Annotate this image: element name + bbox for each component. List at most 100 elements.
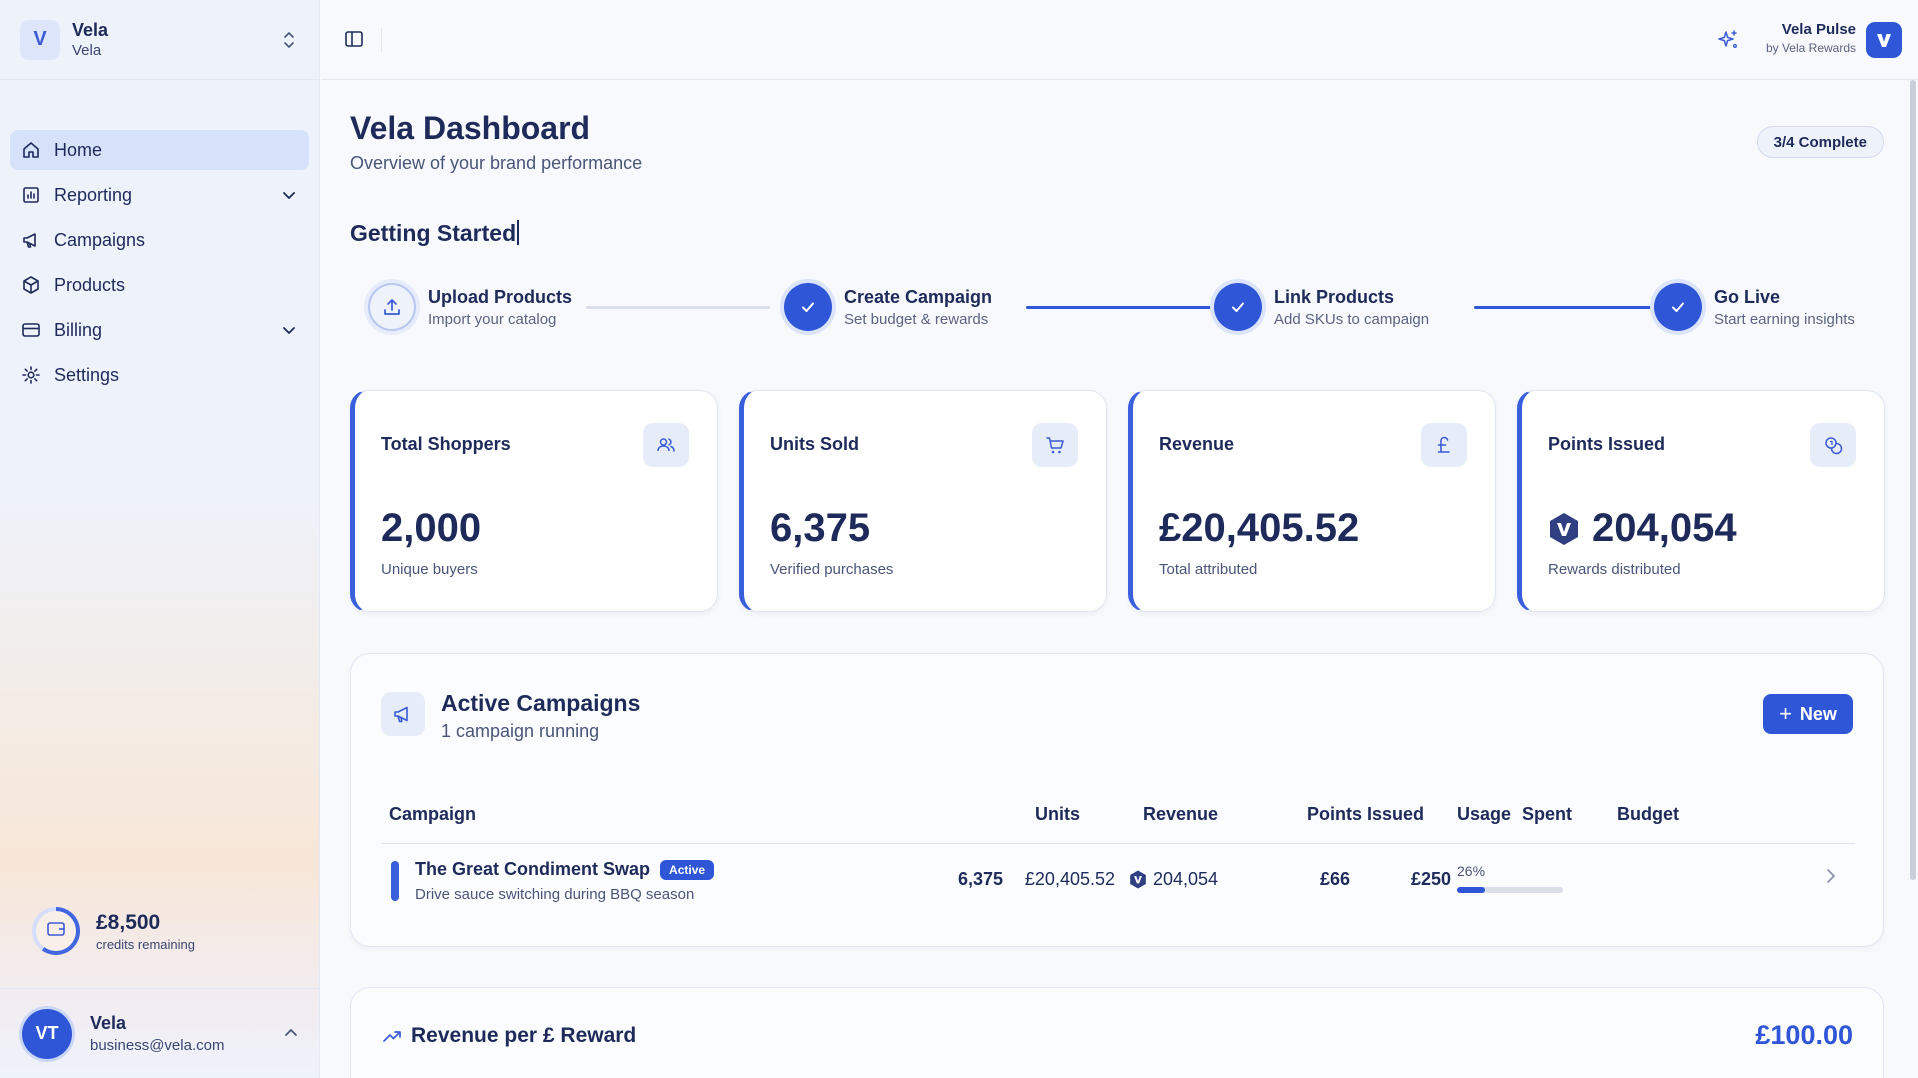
column-header-usage: Usage: [1457, 804, 1512, 824]
megaphone-icon: [20, 229, 42, 251]
step-connector: [1474, 306, 1664, 309]
trending-up-icon: [381, 1026, 405, 1050]
step-description: Set budget & rewards: [844, 310, 989, 328]
credits-widget: £8,500 credits remaining: [32, 907, 195, 955]
sparkles-icon[interactable]: [1716, 28, 1740, 52]
new-button-label: New: [1799, 703, 1837, 724]
table-row[interactable]: The Great Condiment Swap Active Drive sa…: [381, 845, 1855, 915]
chevrons-up-down-icon[interactable]: [279, 28, 299, 52]
cart-icon: [1032, 423, 1078, 467]
page-title: Vela Dashboard: [350, 110, 591, 146]
step-title: Link Products: [1274, 286, 1395, 307]
sidebar-item-products[interactable]: Products: [10, 265, 309, 305]
sidebar-item-label: Billing: [54, 319, 103, 340]
column-header: Spent: [1522, 804, 1573, 824]
wallet-icon: [46, 920, 66, 943]
credits-progress-ring: [32, 907, 80, 955]
vela-points-icon: [1130, 870, 1146, 889]
stat-value: 6,375: [770, 506, 871, 550]
stat-value-text: 204,054: [1592, 506, 1737, 550]
megaphone-icon: [381, 692, 425, 736]
step-title: Create Campaign: [844, 286, 993, 307]
campaign-description: Drive sauce switching during BBQ season: [415, 886, 695, 903]
gear-icon: [20, 364, 42, 386]
column-header: Campaign: [389, 804, 477, 824]
users-icon: [643, 423, 689, 467]
step-go-live[interactable]: Go Live Start earning insights: [1654, 283, 1855, 331]
brand-name: Vela: [72, 20, 109, 40]
chevron-down-icon[interactable]: [279, 320, 299, 340]
getting-started-title: Getting Started: [350, 220, 520, 247]
metric-value: £100.00: [1755, 1020, 1853, 1050]
pound-icon: [1421, 423, 1467, 467]
step-description: Import your catalog: [428, 310, 557, 328]
check-icon: [784, 283, 832, 331]
check-icon: [1654, 283, 1702, 331]
getting-started-label: Getting Started: [350, 220, 517, 246]
vela-logo-icon[interactable]: [1866, 22, 1902, 58]
pulse-subtitle: by Vela Rewards: [1765, 41, 1856, 55]
sidebar-item-reporting[interactable]: Reporting: [10, 175, 309, 215]
units-cell: 6,375: [957, 869, 1003, 889]
sidebar: V Vela Vela Home Reporting Campaigns Pro…: [0, 0, 320, 1078]
section-title: Revenue per £ Reward: [411, 1024, 637, 1047]
vela-points-icon: [1550, 512, 1578, 545]
sidebar-item-billing[interactable]: Billing: [10, 310, 309, 350]
stats-row: Total Shoppers 2,000 Unique buyers Units…: [350, 390, 1885, 612]
step-description: Add SKUs to campaign: [1274, 310, 1430, 328]
sidebar-item-home[interactable]: Home: [10, 130, 309, 170]
user-email: business@vela.com: [90, 1037, 225, 1054]
step-description: Start earning insights: [1714, 310, 1855, 328]
points-cell: 204,054: [1129, 869, 1218, 890]
campaign-name: The Great Condiment Swap Active: [415, 859, 715, 880]
stat-subtext: Verified purchases: [770, 561, 894, 578]
section-title: Active Campaigns: [441, 690, 641, 716]
scrollbar[interactable]: [1910, 80, 1916, 880]
step-connector: [1026, 306, 1216, 309]
package-icon: [20, 274, 42, 296]
credits-label: credits remaining: [96, 936, 195, 952]
sidebar-nav: Home Reporting Campaigns Products Billin…: [0, 80, 319, 395]
step-create-campaign[interactable]: Create Campaign Set budget & rewards: [784, 283, 992, 331]
step-link-products[interactable]: Link Products Add SKUs to campaign: [1214, 283, 1429, 331]
sidebar-item-label: Settings: [54, 364, 120, 385]
new-campaign-button[interactable]: + New: [1763, 694, 1853, 734]
revenue-per-reward-card: Revenue per £ Reward £100.00: [350, 987, 1884, 1078]
stat-card-revenue: Revenue £20,405.52 Total attributed: [1128, 390, 1496, 612]
stat-label: Units Sold: [770, 434, 859, 454]
stat-subtext: Rewards distributed: [1548, 561, 1681, 578]
spent-cell: £66: [1319, 869, 1350, 889]
chevron-down-icon[interactable]: [279, 185, 299, 205]
stat-value: £20,405.52: [1159, 506, 1360, 550]
pulse-name: Vela Pulse: [1781, 21, 1856, 38]
brand-switcher[interactable]: V Vela Vela: [0, 0, 319, 80]
usage-progress-bar: [1457, 887, 1563, 893]
vela-pulse-label: Vela Pulse by Vela Rewards: [1766, 21, 1856, 55]
sidebar-item-label: Reporting: [54, 184, 133, 205]
stat-value: 204,054: [1548, 506, 1737, 551]
sidebar-item-label: Home: [54, 139, 103, 160]
campaign-name-text: The Great Condiment Swap: [415, 859, 651, 879]
user-name: Vela: [90, 1013, 127, 1033]
sidebar-item-campaigns[interactable]: Campaigns: [10, 220, 309, 260]
plus-icon: +: [1779, 701, 1792, 726]
sidebar-item-label: Products: [54, 274, 126, 295]
user-menu[interactable]: VT Vela business@vela.com: [0, 988, 320, 1078]
top-bar: Vela Pulse by Vela Rewards: [321, 0, 1918, 80]
column-header: Budget: [1617, 804, 1679, 824]
step-title: Upload Products: [428, 286, 573, 307]
budget-cell: £250: [1410, 869, 1451, 889]
credits-amount: £8,500: [96, 910, 161, 934]
text-caret: [517, 220, 520, 245]
column-header: Revenue: [1143, 804, 1219, 824]
sidebar-toggle-icon[interactable]: [343, 28, 367, 52]
table-header: Campaign Units Revenue Points Issued Spe…: [381, 804, 1855, 844]
column-header: Units: [1035, 804, 1080, 824]
chevron-right-icon[interactable]: [1825, 867, 1845, 891]
stat-card-points-issued: Points Issued 204,054 Rewards distribute…: [1517, 390, 1885, 612]
stat-subtext: Total attributed: [1159, 561, 1258, 578]
sidebar-item-settings[interactable]: Settings: [10, 355, 309, 395]
step-upload-products[interactable]: Upload Products Import your catalog: [368, 283, 572, 331]
stat-value: 2,000: [381, 506, 482, 550]
chevron-up-icon[interactable]: [284, 1025, 298, 1043]
